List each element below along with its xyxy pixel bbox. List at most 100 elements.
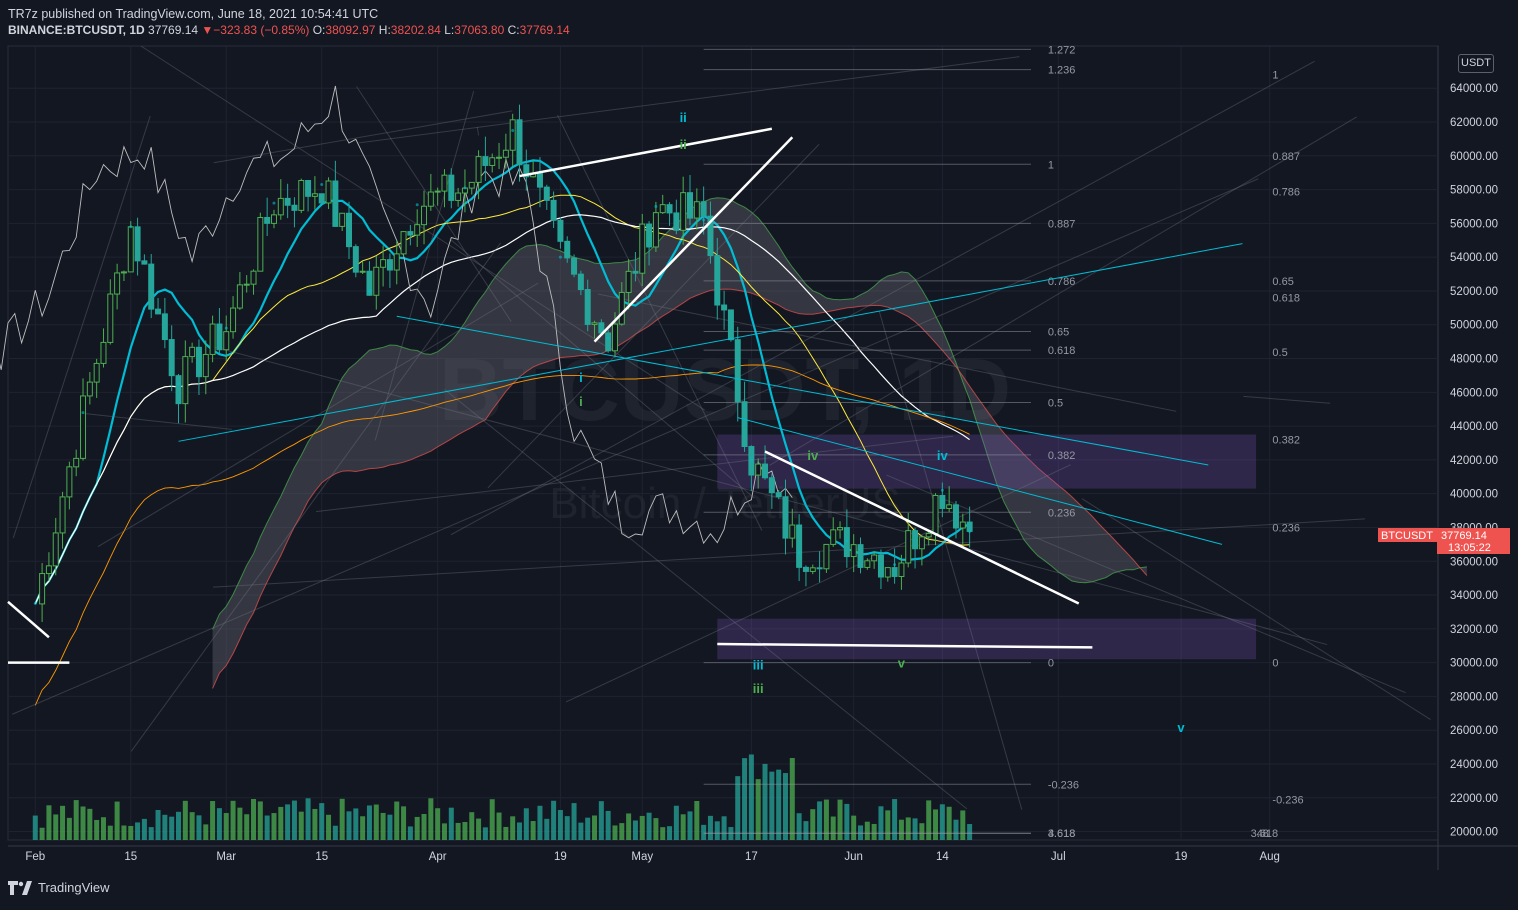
- candle-body: [141, 260, 148, 265]
- volume-bar: [428, 798, 434, 840]
- candle-body: [762, 463, 769, 479]
- volume-bar: [387, 814, 393, 840]
- wave-label: iii: [753, 657, 764, 672]
- wave-label: iii: [753, 681, 764, 696]
- volume-bar: [182, 800, 188, 840]
- candle-body: [250, 270, 257, 285]
- candle-body: [311, 193, 318, 197]
- volume-bar: [441, 823, 447, 840]
- candle-body: [509, 119, 516, 151]
- volume-bar: [523, 808, 529, 840]
- series-point: [367, 289, 371, 293]
- time-tick-label: 19: [554, 851, 567, 863]
- fib-label-left: 4.618: [1048, 828, 1076, 840]
- fan-line: [212, 518, 1365, 588]
- volume-bar: [148, 827, 154, 840]
- time-tick-label: 17: [745, 851, 758, 863]
- volume-bar: [755, 779, 761, 840]
- price-tick-label: 34000.00: [1450, 590, 1498, 602]
- time-tick-label: Mar: [216, 851, 236, 863]
- candle-body: [830, 529, 837, 545]
- volume-bar: [517, 822, 522, 840]
- price-chart[interactable]: BTCUSDT, 1D Bitcoin / TetherUS 1.2721.23…: [0, 0, 1518, 910]
- volume-bar: [401, 806, 407, 840]
- price-tick-label: 24000.00: [1450, 759, 1498, 771]
- candle-body: [782, 496, 789, 539]
- volume-bar: [823, 799, 829, 840]
- candle-body: [66, 466, 73, 498]
- volume-bar: [564, 816, 570, 840]
- currency-badge[interactable]: USDT: [1458, 54, 1494, 73]
- volume-bar: [176, 811, 181, 840]
- candle-body: [407, 231, 414, 236]
- price-tick-label: 56000.00: [1450, 218, 1498, 230]
- candle-body: [884, 567, 891, 578]
- price-tick-label: 28000.00: [1450, 691, 1498, 703]
- support-zone: [717, 618, 1257, 660]
- candle-body: [625, 270, 632, 293]
- volume-bar: [626, 813, 632, 840]
- candle-body: [161, 313, 168, 341]
- time-tick-label: 14: [936, 851, 949, 863]
- candle-body: [393, 253, 400, 271]
- fib-label-right: 0: [1272, 658, 1278, 670]
- volume-bar: [94, 819, 100, 840]
- volume-bar: [285, 804, 291, 840]
- candle-body: [120, 271, 127, 274]
- tradingview-logo-icon[interactable]: [8, 880, 32, 895]
- volume-bar: [339, 798, 345, 840]
- volume-bar: [251, 798, 257, 840]
- series-point: [606, 336, 610, 340]
- price-axis[interactable]: 20000.00 22000.00 24000.00 26000.00 28000.00…: [1450, 83, 1498, 838]
- volume-bar: [537, 805, 543, 840]
- candle-body: [918, 536, 925, 550]
- wave-label: iv: [807, 448, 819, 463]
- candle-body: [796, 524, 803, 568]
- volume-bar: [210, 801, 216, 840]
- volume-bar: [592, 815, 598, 840]
- volume-bar: [721, 816, 727, 840]
- footer: TradingView: [8, 880, 110, 895]
- price-tick-label: 58000.00: [1450, 185, 1498, 197]
- price-tick-label: 52000.00: [1450, 286, 1498, 298]
- volume-bar: [414, 816, 420, 840]
- volume-bar: [60, 805, 66, 840]
- wave-label: i: [579, 394, 583, 409]
- candle-body: [339, 212, 346, 227]
- candle-body: [86, 381, 93, 397]
- volume-bar: [639, 815, 645, 840]
- time-axis[interactable]: Feb 15 Mar 15 Apr 19 May 17 Jun 14 Jul 19 Aug: [25, 851, 1280, 863]
- candle-body: [680, 192, 687, 231]
- candle-body: [857, 544, 864, 568]
- fib-label-right: 0.5: [1272, 347, 1287, 359]
- volume-bar: [462, 821, 468, 840]
- price-tick-label: 26000.00: [1450, 725, 1498, 737]
- price-tick-label: 46000.00: [1450, 387, 1498, 399]
- volume-bar: [557, 810, 563, 840]
- footer-brand[interactable]: TradingView: [38, 880, 110, 895]
- fib-label-left: 0.618: [1048, 345, 1076, 357]
- volume-bar: [694, 800, 700, 840]
- candle-body: [700, 201, 707, 217]
- volume-bar: [496, 812, 502, 840]
- volume-bar: [169, 816, 175, 840]
- volume-bar: [939, 804, 945, 840]
- volume-bar: [632, 820, 638, 840]
- volume-bar: [114, 801, 120, 840]
- volume-bar: [291, 800, 297, 840]
- volume-bar: [278, 806, 284, 840]
- candle-body: [359, 270, 366, 273]
- volume-bar: [128, 825, 134, 840]
- candle-body: [216, 323, 223, 351]
- fib-label-right: 0.382: [1272, 435, 1300, 447]
- volume-bar: [271, 813, 277, 840]
- time-tick-label: 15: [315, 851, 328, 863]
- volume-bar: [203, 824, 209, 840]
- volume-bar: [803, 821, 809, 840]
- candle-body: [714, 255, 721, 306]
- volume-bar: [653, 818, 659, 840]
- time-tick-label: Feb: [25, 851, 45, 863]
- volume-bar: [544, 818, 550, 840]
- volume-bar: [46, 805, 52, 840]
- price-tick-label: 44000.00: [1450, 421, 1498, 433]
